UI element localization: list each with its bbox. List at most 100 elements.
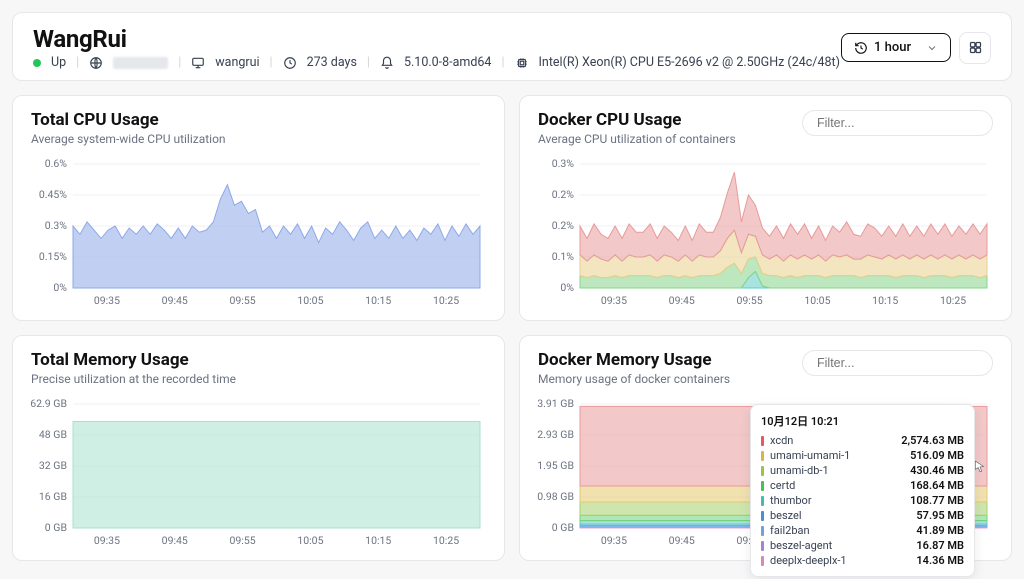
panel-grid: Total CPU Usage Average system-wide CPU … — [12, 95, 1012, 561]
svg-text:48 GB: 48 GB — [39, 428, 67, 441]
svg-text:0.1%: 0.1% — [552, 250, 575, 263]
svg-text:16 GB: 16 GB — [39, 490, 67, 503]
chevron-down-icon — [926, 42, 938, 54]
monitor-icon — [191, 56, 205, 70]
bell-icon — [380, 56, 394, 70]
separator: | — [501, 55, 504, 70]
status-row: Up | | wangrui | 273 days | 5.10.0-8-amd… — [33, 55, 840, 70]
separator: | — [178, 55, 181, 70]
tooltip-row: beszel57.95 MB — [761, 508, 964, 523]
chart-docker-memory[interactable]: 0 GB 0.98 GB 1.95 GB 2.93 GB 3.91 GB 09:35 09:… — [538, 398, 993, 548]
svg-text:0.3%: 0.3% — [45, 219, 68, 232]
cursor-icon — [973, 460, 987, 474]
svg-text:0.15%: 0.15% — [39, 250, 67, 263]
panel-total-memory: Total Memory Usage Precise utilization a… — [12, 335, 505, 561]
svg-text:10:25: 10:25 — [433, 294, 459, 307]
kernel: 5.10.0-8-amd64 — [404, 55, 492, 70]
tooltip-row: xcdn2,574.63 MB — [761, 433, 964, 448]
separator: | — [367, 55, 370, 70]
svg-text:09:45: 09:45 — [162, 294, 188, 307]
panel-subtitle: Average system-wide CPU utilization — [31, 132, 226, 146]
header-right: 1 hour — [841, 32, 991, 64]
svg-text:10:05: 10:05 — [297, 294, 323, 307]
tooltip-rows: xcdn2,574.63 MBumami-umami-1516.09 MBuma… — [761, 433, 964, 568]
svg-text:09:45: 09:45 — [162, 534, 188, 547]
grid-icon — [968, 40, 983, 55]
hostname: wangrui — [215, 55, 259, 70]
ip-redacted — [113, 57, 168, 69]
svg-text:3.91 GB: 3.91 GB — [537, 397, 574, 410]
svg-text:62.9 GB: 62.9 GB — [30, 397, 67, 410]
separator: | — [270, 55, 273, 70]
layout-grid-button[interactable] — [959, 32, 991, 64]
svg-text:09:35: 09:35 — [94, 534, 120, 547]
uptime: 273 days — [307, 55, 357, 70]
panel-title: Docker CPU Usage — [538, 110, 736, 130]
tooltip-row: certd168.64 MB — [761, 478, 964, 493]
svg-text:09:35: 09:35 — [601, 294, 627, 307]
cpu-model: Intel(R) Xeon(R) CPU E5-2696 v2 @ 2.50GH… — [539, 55, 840, 70]
globe-icon — [89, 56, 103, 70]
svg-text:09:35: 09:35 — [601, 534, 627, 547]
header-left: WangRui Up | | wangrui | 273 days | 5.10… — [33, 25, 840, 70]
tooltip-row: beszel-agent16.87 MB — [761, 538, 964, 553]
panel-total-cpu: Total CPU Usage Average system-wide CPU … — [12, 95, 505, 321]
tooltip-row: deeplx-deeplx-114.36 MB — [761, 553, 964, 568]
chart-tooltip: 10月12日 10:21 xcdn2,574.63 MBumami-umami-… — [750, 404, 975, 577]
panel-title: Docker Memory Usage — [538, 350, 730, 370]
tooltip-row: thumbor108.77 MB — [761, 493, 964, 508]
time-range-label: 1 hour — [874, 40, 911, 55]
svg-text:0%: 0% — [560, 281, 574, 294]
svg-text:09:55: 09:55 — [737, 294, 763, 307]
cpu-icon — [515, 56, 529, 70]
clock-icon — [283, 56, 297, 70]
history-icon — [854, 41, 868, 55]
svg-text:09:35: 09:35 — [94, 294, 120, 307]
chart-total-memory[interactable]: 0 GB 16 GB 32 GB 48 GB 62.9 GB 09:35 09:45 09:5… — [31, 398, 486, 548]
panel-subtitle: Precise utilization at the recorded time — [31, 372, 236, 386]
svg-text:0.6%: 0.6% — [45, 157, 68, 170]
svg-text:0%: 0% — [53, 281, 67, 294]
tooltip-title: 10月12日 10:21 — [761, 413, 964, 429]
svg-text:0.98 GB: 0.98 GB — [537, 490, 574, 503]
svg-text:09:55: 09:55 — [230, 534, 256, 547]
svg-text:09:45: 09:45 — [669, 294, 695, 307]
server-name: WangRui — [33, 25, 840, 53]
chart-docker-cpu[interactable]: 0% 0.1% 0.2% 0.2% 0.3% 09:35 09:45 09:55 10:05 10… — [538, 158, 993, 308]
tooltip-row: fail2ban41.89 MB — [761, 523, 964, 538]
svg-text:10:15: 10:15 — [365, 534, 391, 547]
svg-text:10:25: 10:25 — [940, 294, 966, 307]
svg-text:0.45%: 0.45% — [39, 188, 67, 201]
panel-title: Total CPU Usage — [31, 110, 226, 130]
svg-text:10:25: 10:25 — [433, 534, 459, 547]
filter-input[interactable] — [802, 110, 993, 136]
svg-text:0.3%: 0.3% — [552, 157, 575, 170]
svg-text:0 GB: 0 GB — [45, 521, 67, 534]
svg-text:1.95 GB: 1.95 GB — [537, 459, 574, 472]
filter-input[interactable] — [802, 350, 993, 376]
svg-text:10:05: 10:05 — [297, 534, 323, 547]
tooltip-row: umami-db-1430.46 MB — [761, 463, 964, 478]
svg-text:10:05: 10:05 — [804, 294, 830, 307]
panel-docker-cpu: Docker CPU Usage Average CPU utilization… — [519, 95, 1012, 321]
time-range-select[interactable]: 1 hour — [841, 33, 951, 62]
svg-text:10:15: 10:15 — [872, 294, 898, 307]
header-card: WangRui Up | | wangrui | 273 days | 5.10… — [12, 12, 1012, 81]
svg-text:09:45: 09:45 — [669, 534, 695, 547]
svg-text:2.93 GB: 2.93 GB — [537, 428, 574, 441]
svg-text:0 GB: 0 GB — [552, 521, 574, 534]
panel-subtitle: Memory usage of docker containers — [538, 372, 730, 386]
panel-subtitle: Average CPU utilization of containers — [538, 132, 736, 146]
status-dot-icon — [33, 59, 41, 67]
panel-title: Total Memory Usage — [31, 350, 236, 370]
panel-docker-memory: Docker Memory Usage Memory usage of dock… — [519, 335, 1012, 561]
svg-text:09:55: 09:55 — [230, 294, 256, 307]
chart-total-cpu[interactable]: 0% 0.15% 0.3% 0.45% 0.6% 09:35 09:45 09:55 10:05… — [31, 158, 486, 308]
tooltip-row: umami-umami-1516.09 MB — [761, 448, 964, 463]
svg-text:32 GB: 32 GB — [39, 459, 67, 472]
separator: | — [76, 55, 79, 70]
svg-text:10:15: 10:15 — [365, 294, 391, 307]
svg-text:0.2%: 0.2% — [552, 219, 575, 232]
status-text: Up — [51, 55, 66, 70]
svg-text:0.2%: 0.2% — [552, 188, 575, 201]
